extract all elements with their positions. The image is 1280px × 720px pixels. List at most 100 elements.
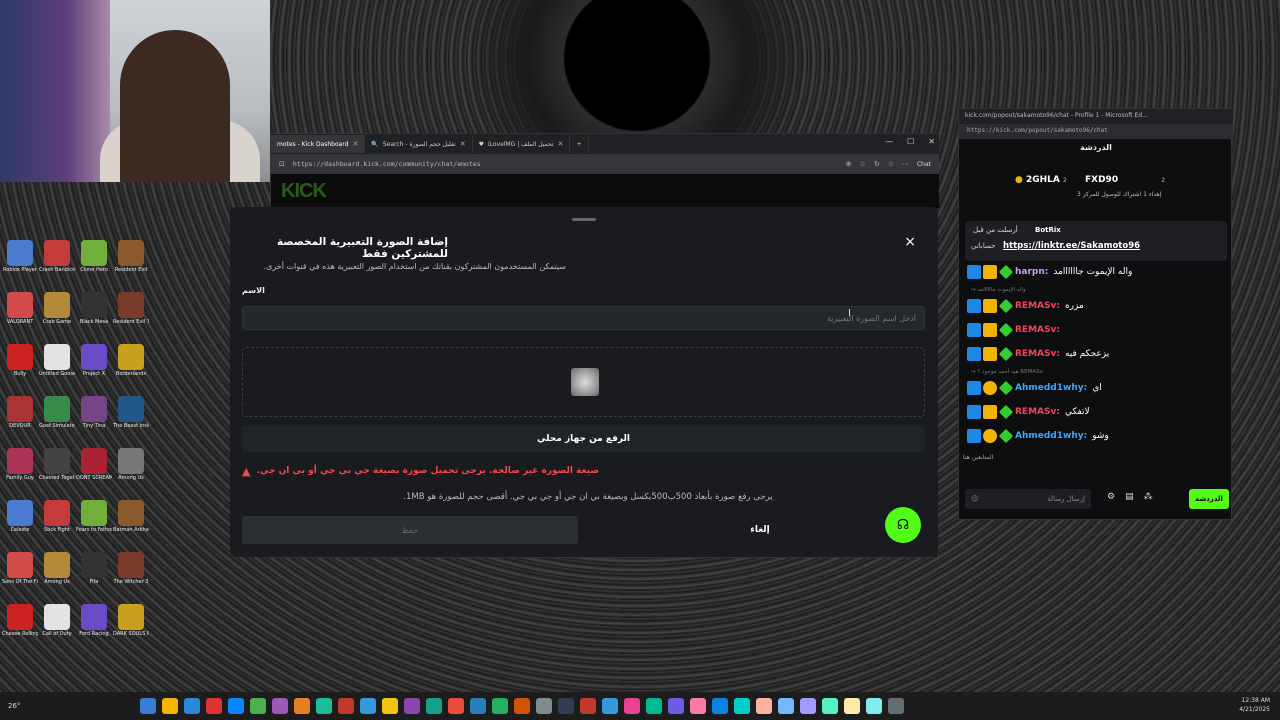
desktop-icon[interactable]: Borderlands xyxy=(113,344,149,377)
tab-search[interactable]: 🔍 Search - تقليل حجم الصورة ✕ xyxy=(365,135,473,153)
cancel-button[interactable]: إلغاء xyxy=(735,516,785,544)
taskbar-app-icon[interactable] xyxy=(822,698,838,714)
taskbar-app-icon[interactable] xyxy=(360,698,376,714)
taskbar-app-icon[interactable] xyxy=(338,698,354,714)
taskbar-app-icon[interactable] xyxy=(162,698,178,714)
desktop-icon[interactable]: Ford Racing xyxy=(76,604,112,637)
chat-username[interactable]: REMASv: xyxy=(1015,301,1060,311)
taskbar-app-icon[interactable] xyxy=(228,698,244,714)
settings-icon[interactable]: ⚙ xyxy=(1107,492,1115,502)
desktop-icon[interactable]: Black Mesa xyxy=(76,292,112,325)
desktop-icon[interactable]: Crab Game xyxy=(39,292,75,325)
star-icon[interactable]: ☆ xyxy=(860,160,866,168)
maximize-icon[interactable]: ☐ xyxy=(907,137,914,146)
clock-date[interactable]: 4/21/2025 xyxy=(1239,705,1270,714)
taskbar-app-icon[interactable] xyxy=(404,698,420,714)
taskbar-app-icon[interactable] xyxy=(470,698,486,714)
taskbar-app-icon[interactable] xyxy=(866,698,882,714)
close-window-icon[interactable]: ✕ xyxy=(928,137,935,146)
desktop-icon[interactable]: Cheese Rolling xyxy=(2,604,38,637)
chat-username[interactable]: REMASv: xyxy=(1015,349,1060,359)
desktop-icon[interactable]: Among Us xyxy=(113,448,149,481)
desktop-icon[interactable]: Goat Simulator xyxy=(39,396,75,429)
taskbar-app-icon[interactable] xyxy=(800,698,816,714)
drag-handle[interactable] xyxy=(572,218,596,221)
more-icon[interactable]: ⋯ xyxy=(902,160,909,168)
taskbar-app-icon[interactable] xyxy=(602,698,618,714)
weather-widget[interactable]: 26° xyxy=(8,702,68,710)
clock-time[interactable]: 12:38 AM xyxy=(1239,696,1270,705)
taskbar-app-icon[interactable] xyxy=(492,698,508,714)
desktop-icon[interactable]: Among Us xyxy=(39,552,75,585)
desktop-icon[interactable]: Clone Hero xyxy=(76,240,112,273)
taskbar-app-icon[interactable] xyxy=(426,698,442,714)
new-tab-button[interactable]: + xyxy=(570,135,589,153)
desktop-icon[interactable]: Tiny Tina xyxy=(76,396,112,429)
chat-username[interactable]: Ahmedd1why: xyxy=(1015,383,1087,393)
refresh-icon[interactable]: ↻ xyxy=(874,160,880,168)
taskbar-app-icon[interactable] xyxy=(734,698,750,714)
desktop-icon[interactable]: Call of Duty xyxy=(39,604,75,637)
desktop-icon[interactable]: Fifa xyxy=(76,552,112,585)
close-button[interactable]: × xyxy=(904,234,916,250)
taskbar-app-icon[interactable] xyxy=(690,698,706,714)
taskbar-app-icon[interactable] xyxy=(272,698,288,714)
close-icon[interactable]: ✕ xyxy=(353,140,359,148)
desktop-icon[interactable]: Sons Of The Forest xyxy=(2,552,38,585)
taskbar-app-icon[interactable] xyxy=(712,698,728,714)
desktop-icon[interactable]: The Beast Inside xyxy=(113,396,149,429)
desktop-icon[interactable]: Chained Together xyxy=(39,448,75,481)
favorites-icon[interactable]: ☆ xyxy=(888,160,894,168)
store-icon[interactable]: ▤ xyxy=(1125,492,1134,502)
save-button[interactable]: حفظ xyxy=(242,516,578,544)
chat-send-button[interactable]: الدردشة xyxy=(1189,489,1229,509)
upload-dropzone[interactable] xyxy=(242,347,925,417)
close-icon[interactable]: ✕ xyxy=(460,140,466,148)
taskbar-app-icon[interactable] xyxy=(536,698,552,714)
desktop-icon[interactable]: Batman Arkham xyxy=(113,500,149,533)
desktop-icon[interactable]: Bully xyxy=(2,344,38,377)
taskbar-app-icon[interactable] xyxy=(294,698,310,714)
taskbar-app-icon[interactable] xyxy=(580,698,596,714)
reply-context[interactable]: ↪ هيه أحمد موجود ؟ REMASv xyxy=(971,369,1043,375)
taskbar-app-icon[interactable] xyxy=(382,698,398,714)
taskbar-app-icon[interactable] xyxy=(756,698,772,714)
desktop-icon[interactable]: Resident Evil xyxy=(113,240,149,273)
taskbar-app-icon[interactable] xyxy=(558,698,574,714)
desktop-icon[interactable]: DARK SOULS III xyxy=(113,604,149,637)
support-headset-icon[interactable]: ☊ xyxy=(885,507,921,543)
taskbar-app-icon[interactable] xyxy=(250,698,266,714)
taskbar-app-icon[interactable] xyxy=(778,698,794,714)
taskbar-app-icon[interactable] xyxy=(184,698,200,714)
upload-local-button[interactable]: الرفع من جهاز محلي xyxy=(242,426,925,452)
desktop-icon[interactable]: DEVOUR xyxy=(2,396,38,429)
emoji-icon[interactable]: ☺ xyxy=(971,495,978,503)
games-icon[interactable]: ⁂ xyxy=(1144,492,1153,502)
desktop-icon[interactable]: Stick Fight xyxy=(39,500,75,533)
close-icon[interactable]: ✕ xyxy=(558,140,564,148)
desktop-icon[interactable]: DONT SCREAM xyxy=(76,448,112,481)
url-field[interactable]: https://dashboard.kick.com/community/cha… xyxy=(293,160,838,168)
desktop-icon[interactable]: Crash Bandicoot xyxy=(39,240,75,273)
emote-name-input[interactable] xyxy=(242,306,925,330)
taskbar-app-icon[interactable] xyxy=(316,698,332,714)
desktop-icon[interactable]: Roblox Player xyxy=(2,240,38,273)
chat-username[interactable]: REMASv: xyxy=(1015,325,1060,335)
tab-ilovemg[interactable]: ♥ iLovelMG | تحميل الملف ✕ xyxy=(473,135,571,153)
chat-username[interactable]: REMASv: xyxy=(1015,407,1060,417)
copilot-chat-button[interactable]: Chat xyxy=(917,161,931,168)
reply-context[interactable]: ↪ واله الإيموت جاااااامد xyxy=(971,287,1026,293)
taskbar-app-icon[interactable] xyxy=(646,698,662,714)
desktop-icon[interactable]: Fears to Fathom xyxy=(76,500,112,533)
desktop-icon[interactable]: VALORANT xyxy=(2,292,38,325)
chat-username[interactable]: Ahmedd1why: xyxy=(1015,431,1087,441)
desktop-icon[interactable]: Resident Evil 7 xyxy=(113,292,149,325)
desktop-icon[interactable]: Family Guy xyxy=(2,448,38,481)
desktop-icon[interactable]: The Witcher 3 xyxy=(113,552,149,585)
taskbar-app-icon[interactable] xyxy=(844,698,860,714)
taskbar-app-icon[interactable] xyxy=(668,698,684,714)
chat-input[interactable]: ☺ إرسال رسالة xyxy=(965,489,1091,509)
taskbar-app-icon[interactable] xyxy=(448,698,464,714)
taskbar-app-icon[interactable] xyxy=(624,698,640,714)
desktop-icon[interactable]: Project X xyxy=(76,344,112,377)
